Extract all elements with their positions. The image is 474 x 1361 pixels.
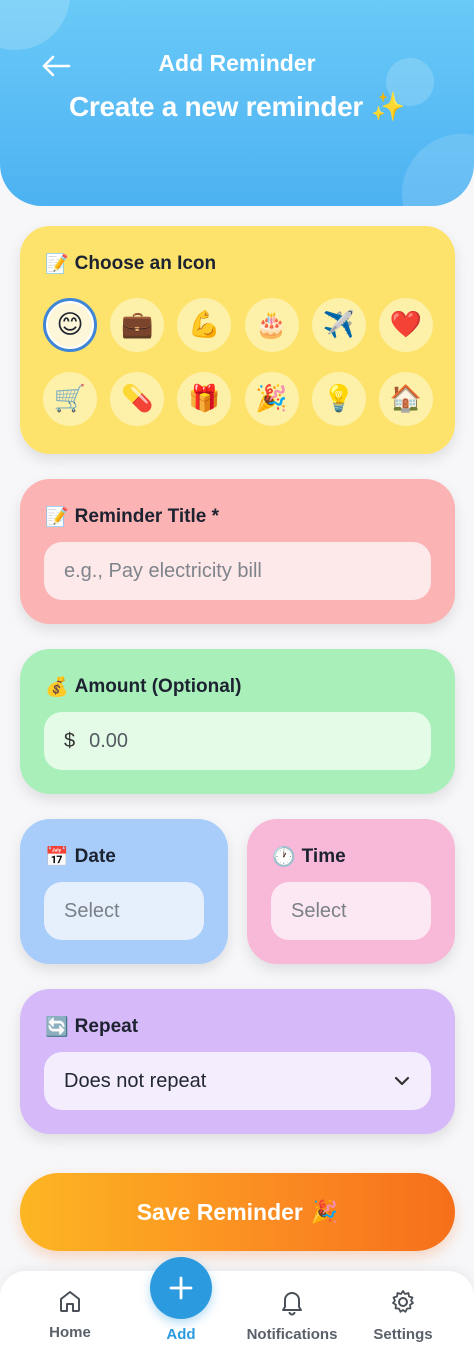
icon-option[interactable]: 🎉 (244, 372, 299, 426)
icon-picker-card: 📝 Choose an Icon 😊 💼 💪 🎂 ✈️ ❤️ 🛒 💊 🎁 🎉 💡 🏠 (20, 226, 455, 454)
date-label: 📅 Date (45, 845, 116, 869)
icon-option[interactable]: 🏠 (379, 372, 433, 426)
title-label-text: Reminder Title * (74, 505, 219, 527)
nav-settings-label: Settings (373, 1326, 433, 1343)
money-bag-icon: 💰 (45, 676, 69, 698)
title-label: 📝 Reminder Title * (45, 505, 219, 529)
gear-icon (392, 1290, 414, 1313)
icon-option[interactable]: ✈️ (311, 298, 366, 352)
date-card: 📅 Date Select (20, 819, 228, 964)
save-reminder-button[interactable]: Save Reminder 🎉 (20, 1173, 455, 1251)
title-card: 📝 Reminder Title * e.g., Pay electricity… (20, 479, 455, 624)
icon-option[interactable]: 😊 (43, 298, 97, 352)
decorative-bubble (0, 0, 70, 50)
nav-settings[interactable]: Settings (363, 1271, 443, 1361)
amount-label-text: Amount (Optional) (74, 675, 242, 697)
repeat-icon: 🔄 (45, 1016, 69, 1038)
home-icon (60, 1291, 80, 1312)
bell-icon (282, 1292, 302, 1316)
nav-notifications-label: Notifications (246, 1326, 338, 1343)
nav-add-label: Add (166, 1326, 196, 1343)
repeat-dropdown[interactable]: Does not repeat (44, 1052, 431, 1110)
icon-option[interactable]: 💡 (311, 372, 366, 426)
icon-option[interactable]: 🎂 (244, 298, 299, 352)
save-reminder-label: Save Reminder (136, 1198, 303, 1225)
time-card: 🕐 Time Select (247, 819, 455, 964)
icon-option[interactable]: ❤️ (379, 298, 433, 352)
icon-option[interactable]: 💪 (177, 298, 232, 352)
date-placeholder: Select (64, 899, 120, 922)
page-subtitle: Create a new reminder ✨ (68, 91, 406, 122)
amount-value: 0.00 (89, 729, 129, 752)
memo-icon: 📝 (45, 253, 69, 275)
add-fab-button[interactable] (150, 1257, 212, 1319)
icon-option[interactable]: 🎁 (177, 372, 232, 426)
time-select[interactable]: Select (271, 882, 431, 940)
reminder-title-input[interactable]: e.g., Pay electricity bill (44, 542, 431, 600)
time-placeholder: Select (291, 899, 347, 922)
reminder-title-placeholder: e.g., Pay electricity bill (64, 559, 262, 582)
page-title: Add Reminder (158, 50, 316, 76)
date-select[interactable]: Select (44, 882, 204, 940)
bottom-nav: Home Add Notifications Settings (0, 1271, 474, 1361)
nav-notifications[interactable]: Notifications (236, 1271, 348, 1361)
icon-option[interactable]: 🛒 (43, 372, 97, 426)
header: Add Reminder Create a new reminder ✨ (0, 0, 474, 206)
repeat-value: Does not repeat (64, 1069, 207, 1092)
clock-icon: 🕐 (272, 846, 296, 868)
date-label-text: Date (74, 845, 116, 867)
repeat-label-text: Repeat (74, 1015, 139, 1037)
nav-home-label: Home (49, 1324, 91, 1341)
nav-home[interactable]: Home (30, 1271, 110, 1361)
icon-option[interactable]: 💊 (110, 372, 165, 426)
icon-picker-label: 📝 Choose an Icon (45, 252, 217, 276)
icon-picker-label-text: Choose an Icon (74, 252, 217, 274)
plus-icon (169, 1276, 193, 1300)
party-popper-icon: 🎉 (310, 1199, 339, 1225)
decorative-bubble (402, 134, 474, 206)
icon-option[interactable]: 💼 (110, 298, 165, 352)
time-label: 🕐 Time (272, 845, 346, 869)
time-label-text: Time (301, 845, 346, 867)
currency-symbol: $ (64, 729, 76, 752)
amount-input[interactable]: $ 0.00 (44, 712, 431, 770)
amount-card: 💰 Amount (Optional) $ 0.00 (20, 649, 455, 794)
calendar-icon: 📅 (45, 846, 69, 868)
repeat-label: 🔄 Repeat (45, 1015, 139, 1039)
memo-icon: 📝 (45, 506, 69, 528)
repeat-card: 🔄 Repeat Does not repeat (20, 989, 455, 1134)
chevron-down-icon (394, 1076, 410, 1086)
amount-label: 💰 Amount (Optional) (45, 675, 242, 699)
